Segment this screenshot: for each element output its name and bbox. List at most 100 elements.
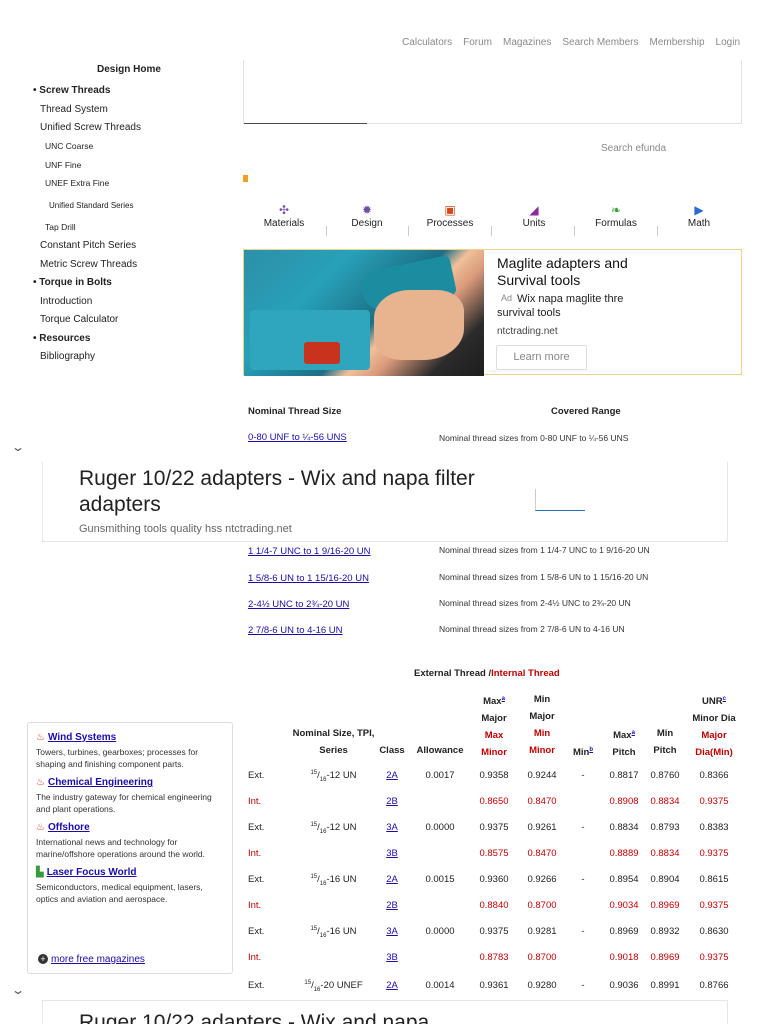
sidebar-item-introduction[interactable]: Introduction: [40, 296, 92, 307]
ext-label: External Thread /: [414, 668, 492, 679]
sidebar-item-torque-calculator[interactable]: Torque Calculator: [40, 314, 118, 325]
sidebar-item-torque-in-bolts[interactable]: • Torque in Bolts: [33, 277, 112, 288]
spec-cell-e: 0.8969: [650, 952, 680, 963]
divider: [574, 226, 575, 236]
category-processes-label: Processes: [426, 218, 474, 229]
plus-icon: +: [38, 954, 48, 964]
top-ad-frame[interactable]: [243, 60, 742, 124]
ad-banner-drill[interactable]: Maglite adapters and Survival tools Ad W…: [243, 249, 742, 376]
sidebar-item-resources[interactable]: • Resources: [33, 333, 90, 344]
nav-forum[interactable]: Forum: [463, 37, 492, 48]
thread-link[interactable]: 1 1/4-7 UNC to 1 9/16-20 UN: [248, 546, 371, 557]
ad-title[interactable]: Ruger 10/22 adapters - Wix and napa: [79, 1011, 429, 1024]
hdr-text: Max: [484, 730, 504, 742]
magazine-link[interactable]: Chemical Engineering: [48, 777, 153, 788]
spec-cell-f: 0.8766: [699, 980, 729, 991]
sidebar-item-unc-coarse[interactable]: UNC Coarse: [45, 141, 93, 151]
spec-cell-cls[interactable]: 2B: [375, 900, 409, 911]
hdr-text: Minor: [481, 747, 507, 759]
thread-link[interactable]: 0-80 UNF to ¼-56 UNS: [248, 432, 347, 443]
spec-cell-e: 0.8760: [650, 770, 680, 781]
spec-cell-type: Int.: [248, 900, 262, 911]
ad-title[interactable]: Maglite adapters and Survival tools: [497, 255, 647, 289]
flame-icon: ♨: [36, 732, 45, 743]
divider: [326, 226, 327, 236]
sidebar-home-link[interactable]: Design Home: [97, 64, 161, 75]
sidebar-item-constant-pitch[interactable]: Constant Pitch Series: [40, 240, 136, 251]
spec-cell-c: -: [581, 770, 585, 781]
hdr-max-major-minor: Maxa Major Max Minor: [472, 691, 516, 761]
thread-link[interactable]: 2 7/8-6 UN to 4-16 UN: [248, 625, 343, 636]
ad-banner-ruger[interactable]: Ruger 10/22 adapters - Wix and napa filt…: [42, 462, 728, 542]
nav-membership[interactable]: Membership: [650, 37, 705, 48]
magazine-link[interactable]: Offshore: [48, 822, 90, 833]
magazine-desc: Semiconductors, medical equipment, laser…: [36, 882, 203, 904]
ad-banner-ruger-2[interactable]: Ruger 10/22 adapters - Wix and napa: [42, 1000, 728, 1024]
nav-search-members[interactable]: Search Members: [562, 37, 638, 48]
sidebar-item-tap-drill[interactable]: Tap Drill: [45, 222, 76, 232]
sidebar-item-thread-system[interactable]: Thread System: [40, 104, 108, 115]
spec-cell-b: 0.8700: [527, 900, 557, 911]
spec-cell-cls[interactable]: 2B: [375, 796, 409, 807]
ad-button[interactable]: [535, 489, 585, 511]
category-units[interactable]: ◢ Units: [499, 204, 569, 229]
sidebar-item-metric-screw-threads[interactable]: Metric Screw Threads: [40, 259, 137, 270]
nav-login[interactable]: Login: [716, 37, 740, 48]
spec-cell-cls[interactable]: 3A: [375, 926, 409, 937]
hdr-text: Minor Dia: [692, 713, 736, 725]
spec-cell-size: 15/16-20 UNEF: [276, 980, 391, 993]
more-magazines-link[interactable]: + more free magazines: [38, 954, 145, 965]
divider: [491, 226, 492, 236]
spec-cell-cls[interactable]: 2A: [375, 770, 409, 781]
chevron-down-icon[interactable]: ⌄: [11, 440, 25, 454]
hdr-unr-major: UNRc Minor Dia Major Dia(Min): [686, 691, 742, 761]
size-series: -12 UN: [326, 822, 357, 834]
spec-cell-type: Int.: [248, 848, 262, 859]
spec-cell-size: 15/16-12 UN: [276, 822, 391, 835]
spec-cell-cls[interactable]: 3B: [375, 952, 409, 963]
footnote-link[interactable]: b: [589, 747, 593, 753]
spec-cell-a: 0.8650: [479, 796, 509, 807]
sidebar-item-unified-screw-threads[interactable]: Unified Screw Threads: [40, 122, 141, 133]
spec-cell-cls[interactable]: 3B: [375, 848, 409, 859]
sidebar-item-screw-threads[interactable]: • Screw Threads: [33, 85, 110, 96]
magazine-link[interactable]: Laser Focus World: [47, 867, 137, 878]
hdr-text: Min: [533, 728, 551, 739]
magazine-item: ♨ Wind Systems Towers, turbines, gearboxe…: [36, 731, 224, 770]
sidebar-item-unf-fine[interactable]: UNF Fine: [45, 160, 81, 170]
footnote-link[interactable]: c: [723, 696, 726, 702]
sidebar-item-bibliography[interactable]: Bibliography: [40, 351, 95, 362]
spec-cell-a: 0.9360: [479, 874, 509, 885]
category-design[interactable]: ✹ Design: [332, 204, 402, 229]
footnote-link[interactable]: a: [632, 730, 635, 736]
category-math-label: Math: [687, 218, 711, 229]
search-input[interactable]: Search efunda: [601, 143, 666, 154]
sidebar-item-unef-extra-fine[interactable]: UNEF Extra Fine: [45, 178, 109, 188]
sidebar-item-unified-standard-series[interactable]: Unified Standard Series: [49, 201, 134, 210]
chevron-down-icon[interactable]: ⌄: [11, 983, 25, 997]
category-formulas[interactable]: ❧ Formulas: [581, 204, 651, 229]
category-processes[interactable]: ▣ Processes: [415, 204, 485, 229]
category-math[interactable]: ▶ Math: [664, 204, 734, 229]
spec-cell-b: 0.8470: [527, 848, 557, 859]
flame-icon: ♨: [36, 777, 45, 788]
ad-title[interactable]: Ruger 10/22 adapters - Wix and napa filt…: [79, 466, 499, 518]
spec-cell-cls[interactable]: 2A: [375, 874, 409, 885]
learn-more-button[interactable]: Learn more: [496, 345, 587, 370]
spec-cell-cls[interactable]: 3A: [375, 822, 409, 833]
spec-cell-e: 0.8793: [650, 822, 680, 833]
category-materials[interactable]: ✣ Materials: [249, 204, 319, 229]
play-icon: ▶: [694, 203, 704, 217]
hdr-text: Major: [481, 713, 507, 725]
footnote-link[interactable]: a: [502, 696, 505, 702]
thread-link[interactable]: 2-4½ UNC to 2¾-20 UN: [248, 599, 349, 610]
nav-magazines[interactable]: Magazines: [503, 37, 551, 48]
hdr-min-pitch: Min Pitch: [645, 725, 685, 759]
thread-link[interactable]: 1 5/8-6 UN to 1 15/16-20 UN: [248, 573, 369, 584]
nav-calculators[interactable]: Calculators: [402, 37, 452, 48]
magazine-item: ▙ Laser Focus World Semiconductors, medic…: [36, 866, 224, 905]
magazine-link[interactable]: Wind Systems: [48, 732, 116, 743]
hdr-min: Minb: [566, 742, 600, 761]
spec-cell-cls[interactable]: 2A: [375, 980, 409, 991]
size-series: -16 UN: [326, 926, 357, 938]
